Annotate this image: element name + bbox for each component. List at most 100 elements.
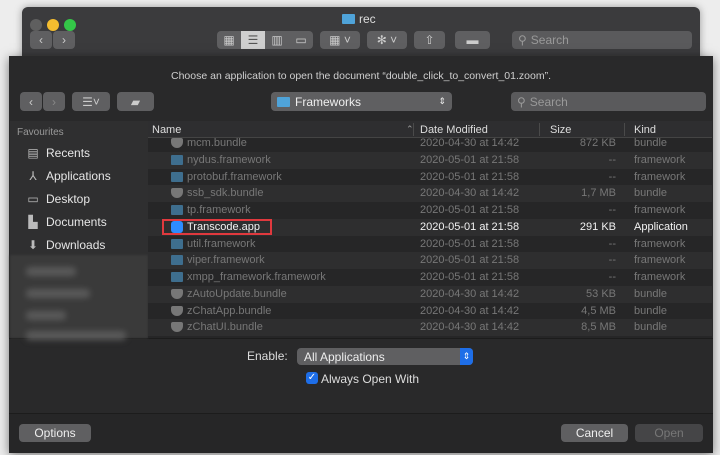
file-date: 2020-05-01 at 21:58 bbox=[420, 254, 520, 267]
group-button[interactable]: ▦ ˅ bbox=[320, 31, 360, 49]
file-name: ssb_sdk.bundle bbox=[187, 187, 264, 200]
file-date: 2020-05-01 at 21:58 bbox=[420, 220, 520, 233]
column-header-size[interactable]: Size bbox=[550, 124, 571, 136]
file-kind: framework bbox=[634, 204, 686, 216]
file-date: 2020-05-01 at 21:58 bbox=[420, 153, 520, 166]
file-date: 2020-04-30 at 14:42 bbox=[420, 304, 520, 317]
always-open-checkbox[interactable]: ✓ bbox=[306, 372, 318, 384]
new-folder-button[interactable]: ▰ bbox=[117, 92, 154, 111]
options-button[interactable]: Options bbox=[19, 424, 91, 442]
window-title: rec bbox=[359, 12, 376, 26]
back-button[interactable]: ‹ bbox=[30, 31, 52, 49]
file-name: xmpp_framework.framework bbox=[187, 271, 326, 283]
file-row[interactable]: nydus.framework 2020-05-01 at 21:58 -- f… bbox=[148, 151, 712, 169]
file-row[interactable]: ssb_sdk.bundle 2020-04-30 at 14:42 1,7 M… bbox=[148, 185, 712, 203]
folder-icon bbox=[171, 154, 183, 165]
location-popup[interactable]: Frameworks ⇕ bbox=[271, 92, 452, 111]
applications-icon: ⅄ bbox=[29, 169, 37, 183]
file-size: 53 KB bbox=[586, 287, 616, 300]
tag-button[interactable]: ▬ bbox=[455, 31, 490, 49]
column-header-name[interactable]: Name bbox=[152, 124, 181, 136]
file-row[interactable]: viper.framework 2020-05-01 at 21:58 -- f… bbox=[148, 252, 712, 270]
enable-label: Enable: bbox=[247, 349, 288, 363]
back-search-field[interactable]: ⚲ Search bbox=[512, 31, 692, 49]
file-row[interactable]: protobuf.framework 2020-05-01 at 21:58 -… bbox=[148, 169, 712, 186]
file-size: 1,7 MB bbox=[581, 187, 616, 200]
column-header-kind[interactable]: Kind bbox=[634, 124, 656, 136]
bundle-icon bbox=[171, 322, 183, 333]
documents-icon: ▙ bbox=[28, 215, 38, 229]
search-icon: ⚲ bbox=[518, 33, 527, 47]
file-kind: bundle bbox=[634, 321, 668, 334]
list-header: Name ⌃ Date Modified Size Kind bbox=[148, 121, 712, 138]
file-kind: bundle bbox=[634, 304, 668, 317]
sidebar-item-documents[interactable]: ▙ Documents bbox=[26, 215, 106, 229]
gallery-view-button[interactable]: ▭ bbox=[289, 31, 313, 49]
desktop-icon: ▭ bbox=[27, 192, 39, 206]
file-name: mcm.bundle bbox=[187, 137, 247, 149]
file-kind: framework bbox=[634, 237, 686, 250]
file-row[interactable]: xmpp_framework.framework 2020-05-01 at 2… bbox=[148, 269, 712, 286]
zoom-button[interactable] bbox=[64, 19, 76, 31]
file-row[interactable]: zAutoUpdate.bundle 2020-04-30 at 14:42 5… bbox=[148, 285, 712, 303]
file-kind: bundle bbox=[634, 287, 668, 300]
file-row[interactable]: zChatApp.bundle 2020-04-30 at 14:42 4,5 … bbox=[148, 303, 712, 320]
file-kind: framework bbox=[634, 153, 686, 166]
sidebar-item-recents[interactable]: ▤ Recents bbox=[26, 146, 90, 160]
folder-icon bbox=[171, 238, 183, 249]
sidebar-item-downloads[interactable]: ⬇ Downloads bbox=[26, 238, 105, 252]
action-gear-button[interactable]: ✻ ˅ bbox=[367, 31, 407, 49]
column-header-date[interactable]: Date Modified bbox=[420, 124, 488, 136]
view-options-button[interactable]: ☰˅ bbox=[72, 92, 110, 111]
file-size: 872 KB bbox=[579, 137, 616, 149]
cancel-button[interactable]: Cancel bbox=[561, 424, 628, 442]
sidebar-section-favourites: Favourites bbox=[17, 127, 64, 138]
share-button[interactable]: ⇧ bbox=[414, 31, 445, 49]
enable-popup[interactable]: All Applications ⇕ bbox=[297, 348, 473, 365]
bundle-icon bbox=[171, 288, 183, 299]
file-name: zAutoUpdate.bundle bbox=[187, 287, 287, 300]
icon-view-button[interactable]: ▦ bbox=[217, 31, 241, 49]
file-size: -- bbox=[608, 254, 616, 267]
blurred-sidebar-items bbox=[10, 255, 148, 340]
file-size: -- bbox=[608, 170, 616, 183]
forward-button[interactable]: › bbox=[53, 31, 75, 49]
file-row[interactable]: tp.framework 2020-05-01 at 21:58 -- fram… bbox=[148, 202, 712, 219]
list-view-button[interactable]: ☰ bbox=[241, 31, 265, 49]
file-kind: framework bbox=[634, 170, 686, 183]
downloads-icon: ⬇ bbox=[27, 238, 39, 252]
sheet-message: Choose an application to open the docume… bbox=[171, 70, 551, 82]
search-icon: ⚲ bbox=[517, 94, 526, 109]
sheet-forward-button[interactable]: › bbox=[43, 92, 65, 111]
close-button[interactable] bbox=[30, 19, 42, 31]
column-view-button[interactable]: ▥ bbox=[265, 31, 289, 49]
folder-icon bbox=[171, 205, 183, 215]
bundle-icon bbox=[171, 188, 183, 199]
sheet-back-button[interactable]: ‹ bbox=[20, 92, 42, 111]
updown-chevron-icon: ⇕ bbox=[460, 348, 473, 365]
file-date: 2020-04-30 at 14:42 bbox=[420, 187, 520, 200]
file-name: viper.framework bbox=[187, 254, 265, 267]
file-kind: Application bbox=[634, 220, 688, 233]
file-name: zChatUI.bundle bbox=[187, 321, 263, 334]
file-row[interactable]: Transcode.app 2020-05-01 at 21:58 291 KB… bbox=[148, 218, 712, 236]
sheet-search-field[interactable]: ⚲ Search bbox=[511, 92, 706, 111]
file-row[interactable]: util.framework 2020-05-01 at 21:58 -- fr… bbox=[148, 236, 712, 253]
sidebar-item-applications[interactable]: ⅄ Applications bbox=[26, 169, 110, 183]
file-date: 2020-05-01 at 21:58 bbox=[420, 204, 520, 216]
file-date: 2020-04-30 at 14:42 bbox=[420, 287, 520, 300]
file-size: -- bbox=[608, 153, 616, 166]
open-button[interactable]: Open bbox=[635, 424, 703, 442]
file-date: 2020-05-01 at 21:58 bbox=[420, 271, 520, 283]
file-date: 2020-04-30 at 14:42 bbox=[420, 137, 520, 149]
file-name: tp.framework bbox=[187, 204, 251, 216]
sidebar: Favourites ▤ Recents ⅄ Applications ▭ Deskt… bbox=[10, 121, 148, 340]
file-kind: bundle bbox=[634, 187, 668, 200]
file-row[interactable]: zChatUI.bundle 2020-04-30 at 14:42 8,5 M… bbox=[148, 319, 712, 337]
sidebar-item-desktop[interactable]: ▭ Desktop bbox=[26, 192, 90, 206]
file-list: mcm.bundle 2020-04-30 at 14:42 872 KB bu… bbox=[148, 121, 712, 338]
file-kind: framework bbox=[634, 254, 686, 267]
always-open-label: Always Open With bbox=[321, 372, 420, 386]
file-size: -- bbox=[608, 204, 616, 216]
minimize-button[interactable] bbox=[47, 19, 59, 31]
